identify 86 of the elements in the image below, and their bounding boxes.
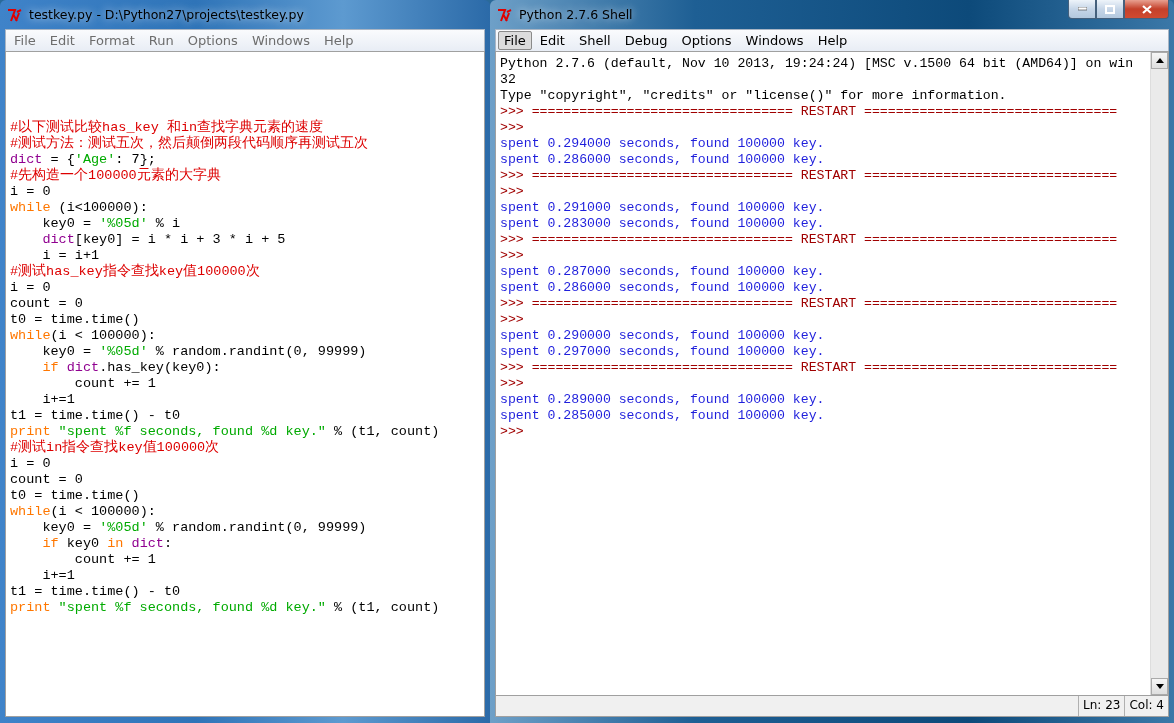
- shell-line: >>> ================================= RESTART ================================: [500, 360, 1119, 376]
- shell-line: spent 0.297000 seconds, found 100000 key.: [500, 344, 826, 360]
- menu-item[interactable]: Shell: [572, 31, 617, 50]
- menu-item[interactable]: Debug: [618, 31, 674, 50]
- code-line: #测试方法：测试五次，然后颠倒两段代码顺序再测试五次: [10, 136, 370, 152]
- app-logo-icon: [497, 7, 513, 22]
- menu-item[interactable]: Edit: [533, 31, 571, 50]
- code-line: key0 = '%05d' % random.randint(0, 99999): [41, 344, 368, 360]
- column-number-status: Col: 4: [1124, 696, 1168, 716]
- menu-item[interactable]: Run: [142, 31, 180, 50]
- code-line: #以下测试比较has_key 和in查找字典元素的速度: [10, 120, 325, 135]
- code-line: while (i<100000):: [10, 200, 149, 216]
- window-title: Python 2.7.6 Shell: [519, 7, 633, 22]
- code-line: count = 0: [10, 472, 84, 488]
- code-line: i+=1: [41, 392, 76, 408]
- code-line: print "spent %f seconds, found %d key." % (t1, count): [10, 600, 441, 616]
- minimize-icon: [1077, 7, 1087, 11]
- shell-line: Python 2.7.6 (default, Nov 10 2013, 19:24:24) [MSC v.1500 64 bit (AMD64)] on win: [500, 56, 1135, 72]
- shell-line: >>>: [500, 424, 525, 440]
- menu-item[interactable]: Help: [317, 31, 360, 50]
- menu-item[interactable]: Help: [811, 31, 854, 50]
- menu-item[interactable]: Windows: [245, 31, 316, 50]
- close-button[interactable]: [1124, 0, 1169, 19]
- shell-text-area[interactable]: [495, 51, 1169, 696]
- code-line: dict = {'Age': 7};: [10, 152, 157, 167]
- code-line: print "spent %f seconds, found %d key." % (t1, count): [10, 424, 441, 439]
- code-line: i = i+1: [41, 248, 101, 263]
- code-line: #测试in指令查找key值100000次: [10, 440, 221, 456]
- shell-line: spent 0.286000 seconds, found 100000 key.: [500, 280, 826, 296]
- window-title: testkey.py - D:\Python27\projects\testkey.py: [29, 7, 304, 22]
- menu-item[interactable]: Windows: [739, 31, 810, 50]
- code-line: t1 = time.time() - t0: [10, 584, 182, 600]
- shell-line: 32: [500, 72, 517, 88]
- code-line: t1 = time.time() - t0: [10, 408, 182, 424]
- code-line: count += 1: [73, 552, 157, 568]
- menu-item[interactable]: Options: [675, 31, 738, 50]
- shell-line: spent 0.287000 seconds, found 100000 key.: [500, 264, 826, 280]
- menu-item[interactable]: Edit: [43, 31, 81, 50]
- shell-line: spent 0.290000 seconds, found 100000 key.: [500, 328, 826, 344]
- code-line: if dict.has_key(key0):: [41, 360, 222, 376]
- shell-line: >>>: [500, 376, 525, 392]
- code-line: i+=1: [41, 568, 76, 584]
- code-line: t0 = time.time(): [10, 488, 141, 504]
- scroll-down-icon: [1155, 684, 1164, 689]
- editor-text-area[interactable]: [5, 51, 485, 717]
- code-line: i = 0: [10, 184, 52, 200]
- menu-item[interactable]: File: [8, 31, 42, 50]
- shell-line: >>>: [500, 312, 525, 328]
- scroll-up-icon: [1155, 58, 1164, 63]
- shell-line: >>>: [500, 120, 525, 136]
- shell-line: >>> ================================= RESTART ================================: [500, 296, 1119, 312]
- code-line: t0 = time.time(): [10, 312, 141, 328]
- shell-line: >>>: [500, 184, 525, 200]
- code-line: key0 = '%05d' % i: [41, 216, 182, 232]
- shell-line: >>>: [500, 248, 525, 264]
- shell-line: >>> ================================= RESTART ================================: [500, 232, 1119, 248]
- shell-line: spent 0.283000 seconds, found 100000 key.: [500, 216, 826, 232]
- shell-line: spent 0.286000 seconds, found 100000 key.: [500, 152, 826, 168]
- code-line: dict[key0] = i * i + 3 * i + 5: [41, 232, 287, 248]
- code-line: while(i < 100000):: [10, 504, 157, 520]
- shell-line: spent 0.291000 seconds, found 100000 key.: [500, 200, 826, 216]
- app-logo-icon: [7, 7, 23, 22]
- line-number-status: Ln: 23: [1078, 696, 1125, 716]
- maximize-button[interactable]: [1096, 0, 1124, 19]
- code-line: key0 = '%05d' % random.randint(0, 99999): [41, 520, 368, 536]
- menu-item[interactable]: Format: [82, 31, 141, 50]
- code-line: i = 0: [10, 456, 52, 472]
- code-line: #先构造一个100000元素的大字典: [10, 168, 222, 184]
- shell-line: spent 0.294000 seconds, found 100000 key.: [500, 136, 826, 152]
- maximize-icon: [1105, 4, 1115, 14]
- code-line: count += 1: [73, 376, 157, 392]
- menu-item[interactable]: File: [498, 31, 532, 50]
- shell-line: >>> ================================= RESTART ================================: [500, 168, 1119, 184]
- shell-line: spent 0.285000 seconds, found 100000 key.: [500, 408, 826, 424]
- shell-line: spent 0.289000 seconds, found 100000 key.: [500, 392, 826, 408]
- shell-line: >>> ================================= RESTART ================================: [500, 104, 1119, 120]
- code-line: #测试has_key指令查找key值100000次: [10, 264, 261, 280]
- code-line: count = 0: [10, 296, 84, 312]
- code-line: if key0 in dict:: [41, 536, 174, 552]
- shell-line: Type "copyright", "credits" or "license()" for more information.: [500, 88, 1008, 104]
- scrollbar[interactable]: [1150, 52, 1168, 695]
- code-line: while(i < 100000):: [10, 328, 157, 344]
- menu-item[interactable]: Options: [181, 31, 244, 50]
- close-icon: [1141, 4, 1152, 14]
- minimize-button[interactable]: [1068, 0, 1096, 19]
- code-line: i = 0: [10, 280, 52, 296]
